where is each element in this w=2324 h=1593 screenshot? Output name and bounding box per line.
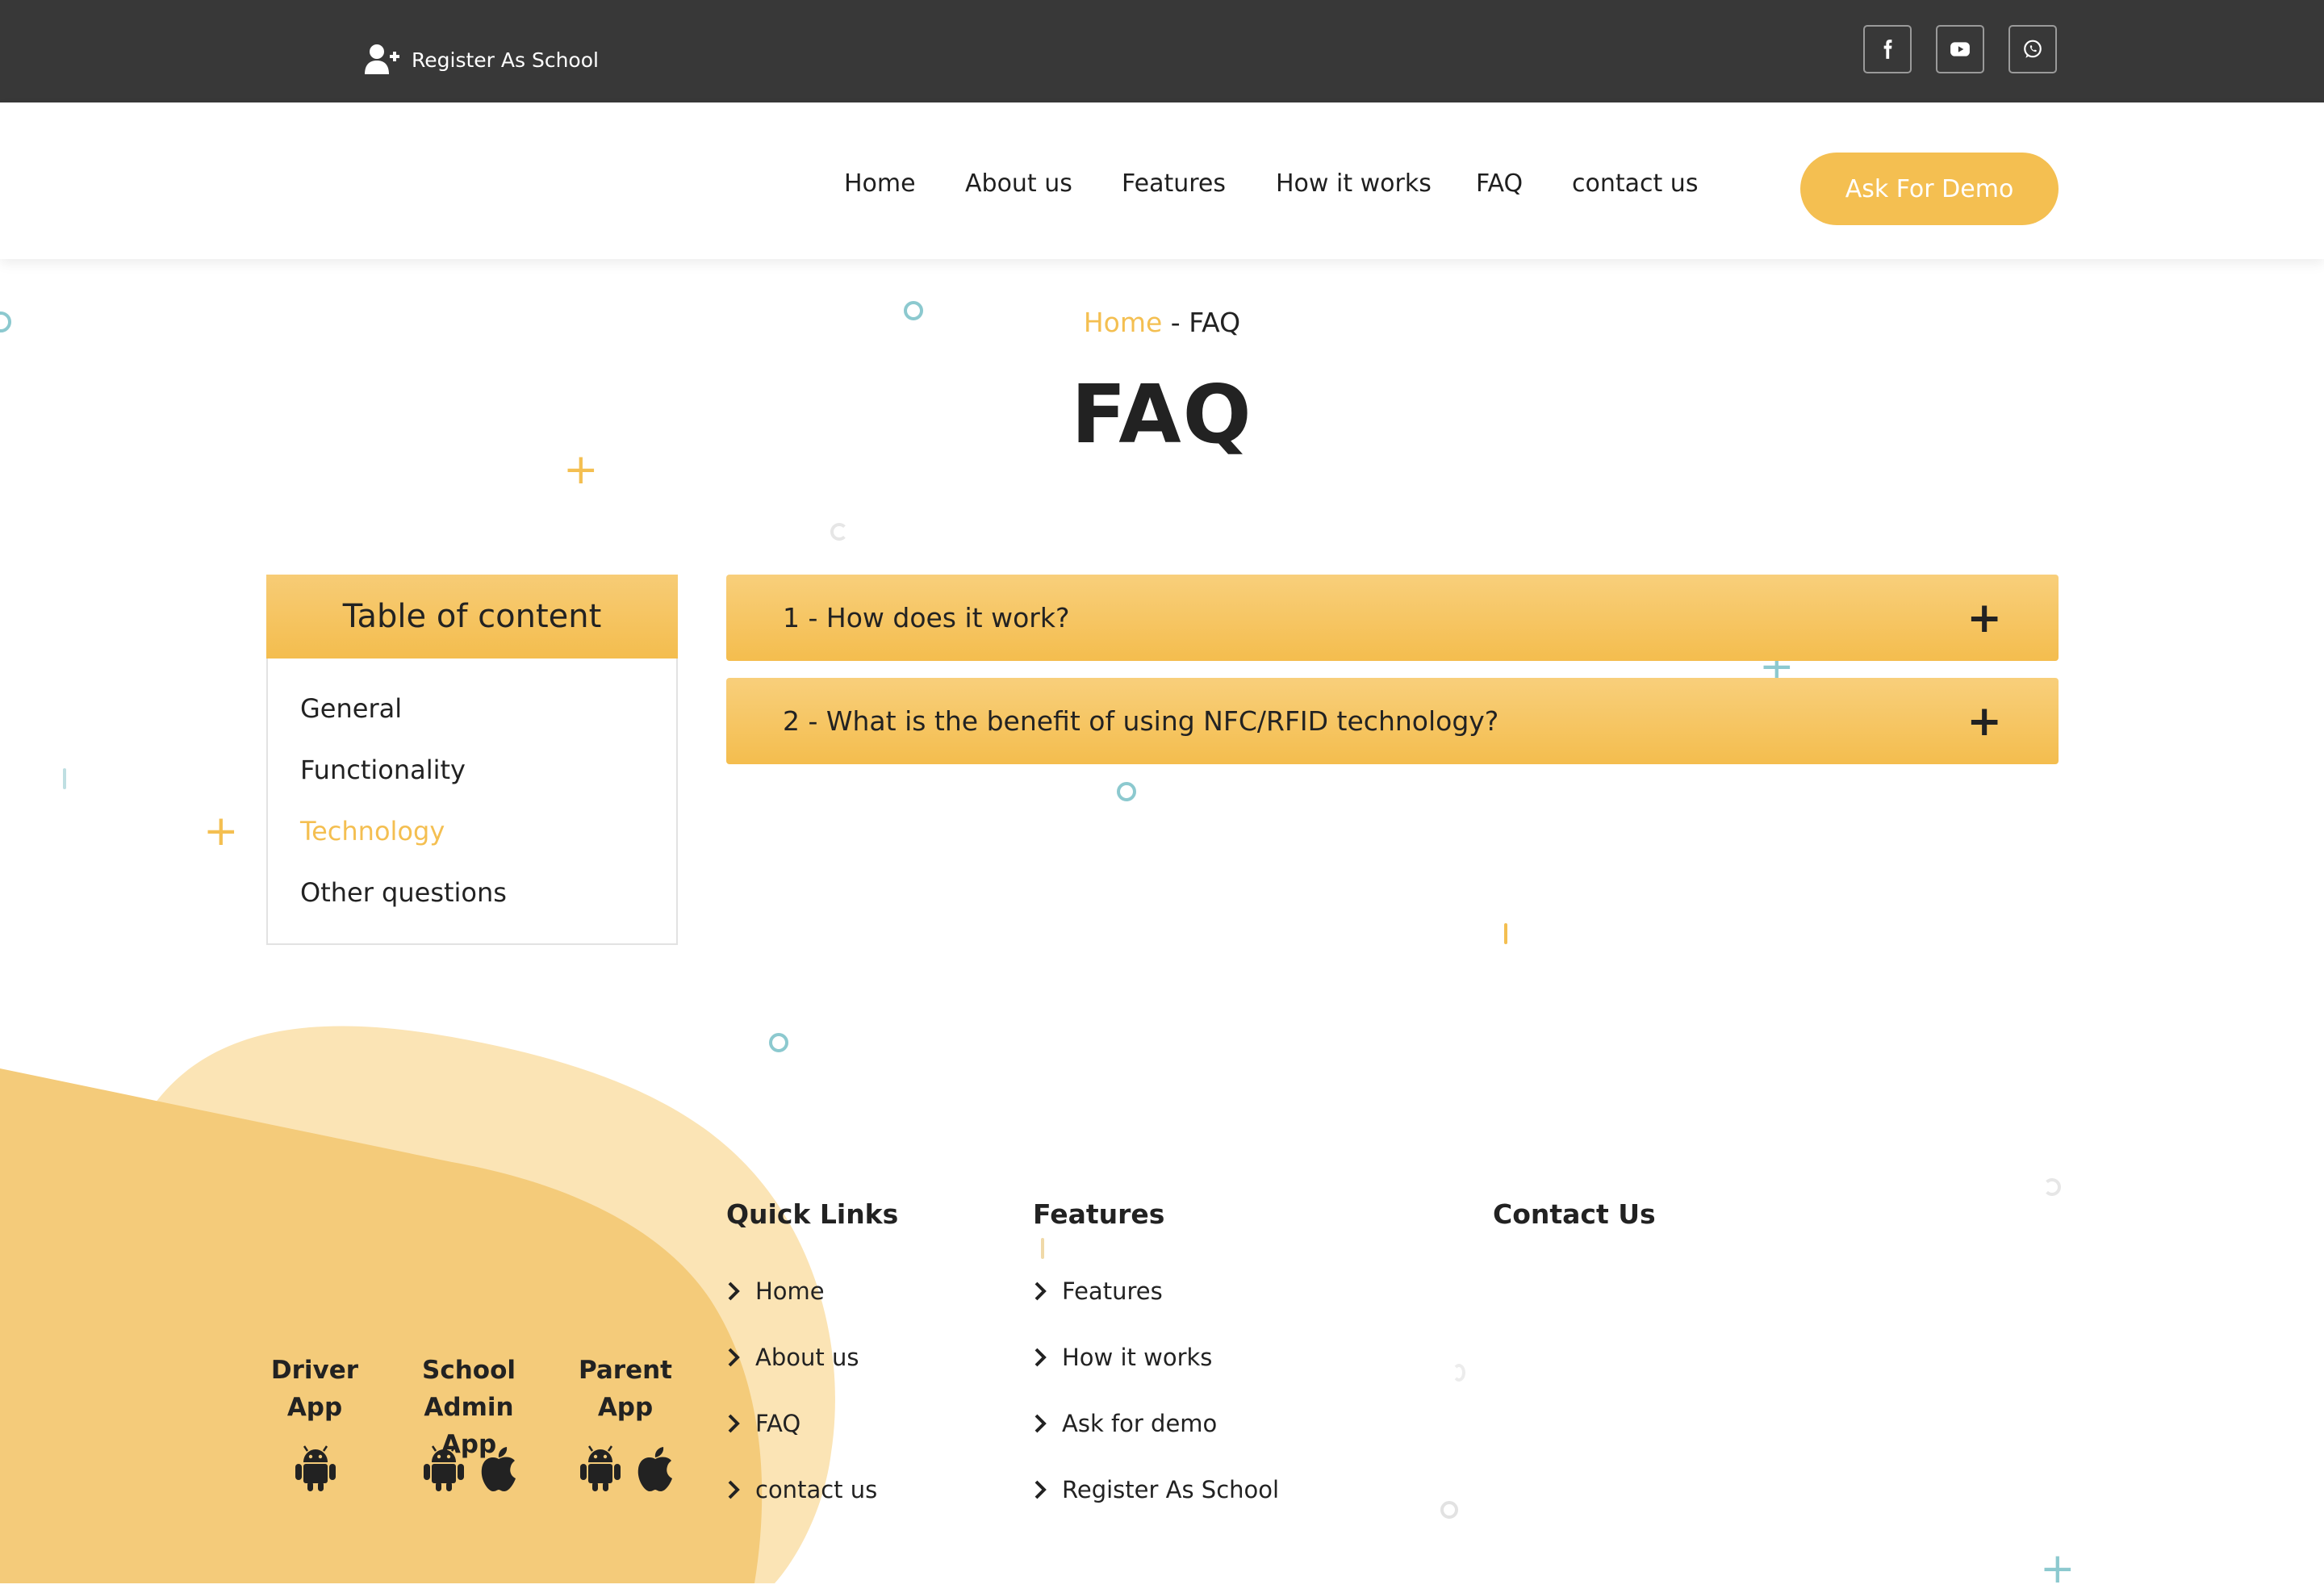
chevron-right-icon bbox=[1035, 1480, 1047, 1499]
android-icon[interactable] bbox=[294, 1445, 337, 1493]
user-plus-icon bbox=[365, 44, 399, 74]
quick-links-title: Quick Links bbox=[726, 1198, 899, 1230]
toc-item-functionality[interactable]: Functionality bbox=[300, 750, 466, 790]
facebook-icon bbox=[1883, 40, 1892, 59]
footer-link-about-us[interactable]: About us bbox=[726, 1339, 859, 1376]
toc-title: Table of content bbox=[266, 575, 678, 659]
register-as-school-label: Register As School bbox=[412, 48, 599, 72]
top-bar: Register As School bbox=[0, 0, 2324, 102]
footer-link-label: Ask for demo bbox=[1062, 1410, 1218, 1437]
apple-icon[interactable] bbox=[477, 1445, 520, 1493]
footer-link-ask-for-demo[interactable]: Ask for demo bbox=[1033, 1405, 1217, 1442]
app-label-line: App bbox=[597, 1393, 654, 1422]
footer-link-label: Register As School bbox=[1062, 1476, 1280, 1503]
footer-link-label: About us bbox=[755, 1344, 859, 1371]
decor-ring bbox=[1117, 782, 1136, 801]
faq-item[interactable]: 2 - What is the benefit of using NFC/RFI… bbox=[726, 678, 2059, 764]
chevron-right-icon bbox=[1035, 1348, 1047, 1367]
nav-features[interactable]: Features bbox=[1122, 161, 1226, 206]
app-label-line: App bbox=[286, 1393, 343, 1422]
footer-link-features[interactable]: Features bbox=[1033, 1273, 1163, 1310]
chevron-right-icon bbox=[1035, 1282, 1047, 1301]
chevron-right-icon bbox=[728, 1414, 740, 1433]
whatsapp-icon bbox=[2024, 40, 2042, 58]
decor-ring bbox=[1452, 1364, 1465, 1382]
register-as-school-link[interactable]: Register As School bbox=[365, 40, 599, 79]
chevron-right-icon bbox=[728, 1348, 740, 1367]
footer-link-register-as-school[interactable]: Register As School bbox=[1033, 1471, 1279, 1508]
whatsapp-button[interactable] bbox=[2008, 25, 2057, 73]
facebook-button[interactable] bbox=[1863, 25, 1912, 73]
footer-link-how-it-works[interactable]: How it works bbox=[1033, 1339, 1212, 1376]
driver-app-downloads bbox=[294, 1445, 337, 1493]
decor-ring bbox=[769, 1033, 788, 1052]
apple-icon[interactable] bbox=[633, 1445, 677, 1493]
breadcrumb: Home - FAQ bbox=[0, 307, 2324, 338]
expand-plus-icon[interactable]: + bbox=[1967, 700, 2002, 742]
decor-dash bbox=[1041, 1238, 1044, 1259]
app-label-line: Driver bbox=[270, 1356, 359, 1385]
decor-ring bbox=[1440, 1501, 1458, 1519]
driver-app-label: Driver App bbox=[266, 1352, 363, 1426]
footer-link-label: How it works bbox=[1062, 1344, 1213, 1371]
chevron-right-icon bbox=[728, 1282, 740, 1301]
breadcrumb-separator: - bbox=[1162, 307, 1189, 338]
toc-item-other-questions[interactable]: Other questions bbox=[300, 872, 507, 913]
table-of-content: Table of content General Functionality T… bbox=[266, 575, 678, 945]
app-label-line: Parent bbox=[578, 1356, 672, 1385]
faq-item[interactable]: 1 - How does it work? + bbox=[726, 575, 2059, 661]
footer-link-faq[interactable]: FAQ bbox=[726, 1405, 800, 1442]
faq-question: 1 - How does it work? bbox=[783, 602, 1070, 633]
expand-plus-icon[interactable]: + bbox=[1967, 597, 2002, 639]
breadcrumb-home-link[interactable]: Home bbox=[1084, 307, 1162, 338]
footer-link-label: Features bbox=[1062, 1277, 1163, 1305]
features-title: Features bbox=[1033, 1198, 1165, 1230]
breadcrumb-current: FAQ bbox=[1189, 307, 1241, 338]
chevron-right-icon bbox=[728, 1480, 740, 1499]
decor-plus: + bbox=[2040, 1545, 2075, 1593]
nav-home[interactable]: Home bbox=[844, 161, 916, 206]
ask-for-demo-button[interactable]: Ask For Demo bbox=[1800, 153, 2059, 225]
school-admin-app-downloads bbox=[422, 1445, 520, 1493]
youtube-button[interactable] bbox=[1936, 25, 1984, 73]
footer-link-label: FAQ bbox=[755, 1410, 801, 1437]
decor-ring bbox=[830, 523, 848, 541]
android-icon[interactable] bbox=[579, 1445, 622, 1493]
android-icon[interactable] bbox=[422, 1445, 466, 1493]
app-label-line: School Admin bbox=[422, 1356, 516, 1422]
parent-app-downloads bbox=[579, 1445, 677, 1493]
main-header: Home About us Features How it works FAQ … bbox=[0, 102, 2324, 259]
footer-link-contact-us[interactable]: contact us bbox=[726, 1471, 877, 1508]
nav-how-it-works[interactable]: How it works bbox=[1276, 161, 1432, 206]
toc-item-general[interactable]: General bbox=[300, 688, 402, 729]
parent-app-label: Parent App bbox=[573, 1352, 678, 1426]
toc-item-technology[interactable]: Technology bbox=[300, 811, 445, 851]
faq-question: 2 - What is the benefit of using NFC/RFI… bbox=[783, 705, 1499, 737]
nav-faq[interactable]: FAQ bbox=[1476, 161, 1523, 206]
footer-link-home[interactable]: Home bbox=[726, 1273, 825, 1310]
decor-dash bbox=[63, 768, 66, 789]
decor-dash bbox=[1504, 923, 1507, 944]
footer-link-label: Home bbox=[755, 1277, 825, 1305]
nav-about-us[interactable]: About us bbox=[965, 161, 1072, 206]
contact-us-title: Contact Us bbox=[1493, 1198, 1656, 1230]
chevron-right-icon bbox=[1035, 1414, 1047, 1433]
decor-ring bbox=[2043, 1178, 2061, 1196]
decor-plus: + bbox=[203, 807, 239, 855]
nav-contact-us[interactable]: contact us bbox=[1572, 161, 1698, 206]
page-title: FAQ bbox=[1071, 367, 1253, 462]
youtube-icon bbox=[1950, 42, 1970, 56]
footer-blob-dark bbox=[0, 1068, 763, 1583]
footer-link-label: contact us bbox=[755, 1476, 878, 1503]
